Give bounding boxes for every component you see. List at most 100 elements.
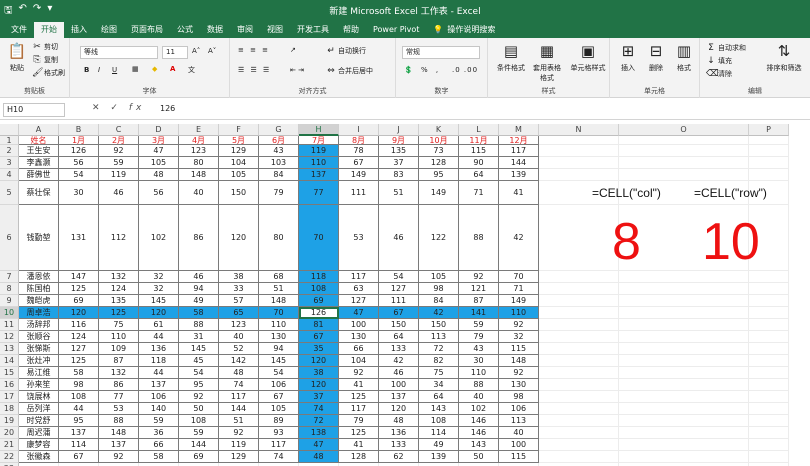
empty-cell[interactable] <box>619 403 749 415</box>
table-cell[interactable]: 48 <box>139 169 179 181</box>
format-as-table-button[interactable]: ▦ 套用表格格式 <box>530 42 564 83</box>
table-cell[interactable]: 47 <box>299 439 339 451</box>
table-cell[interactable]: 130 <box>259 331 299 343</box>
table-cell[interactable]: 59 <box>99 157 139 169</box>
table-cell[interactable]: 58 <box>179 307 219 319</box>
table-cell[interactable]: 71 <box>459 181 499 205</box>
row-header-15[interactable]: 15 <box>0 367 19 379</box>
table-cell[interactable]: 86 <box>99 379 139 391</box>
name-cell[interactable]: 蔡壮保 <box>19 181 59 205</box>
table-cell[interactable]: 64 <box>419 391 459 403</box>
table-cell[interactable]: 94 <box>259 343 299 355</box>
font-name-select[interactable]: 等线 <box>80 46 158 59</box>
table-cell[interactable]: 48 <box>379 415 419 427</box>
paste-button[interactable]: 📋 粘贴 <box>6 42 28 73</box>
table-cell[interactable]: 148 <box>259 295 299 307</box>
table-cell[interactable]: 80 <box>259 205 299 271</box>
table-cell[interactable]: 87 <box>459 295 499 307</box>
table-cell[interactable]: 58 <box>139 451 179 463</box>
empty-cell[interactable] <box>749 283 789 295</box>
empty-cell[interactable] <box>539 439 619 451</box>
table-cell[interactable]: 115 <box>499 343 539 355</box>
table-cell[interactable]: 145 <box>179 343 219 355</box>
name-cell[interactable]: 易江维 <box>19 367 59 379</box>
table-cell[interactable]: 145 <box>139 295 179 307</box>
table-cell[interactable]: 100 <box>339 319 379 331</box>
table-cell[interactable]: 135 <box>379 145 419 157</box>
table-cell[interactable]: 150 <box>419 319 459 331</box>
table-cell[interactable]: 118 <box>139 355 179 367</box>
fill-color-icon[interactable]: ◆ <box>152 65 157 73</box>
top-align-icons[interactable]: ≡ ≡ ≡ <box>238 46 270 54</box>
name-cell[interactable]: 张悌斯 <box>19 343 59 355</box>
table-cell[interactable]: 79 <box>459 331 499 343</box>
table-cell[interactable]: 100 <box>379 379 419 391</box>
table-cell[interactable]: 59 <box>179 427 219 439</box>
table-cell[interactable]: 68 <box>259 271 299 283</box>
table-cell[interactable]: 54 <box>179 367 219 379</box>
table-cell[interactable]: 110 <box>259 319 299 331</box>
table-cell[interactable]: 137 <box>379 391 419 403</box>
table-cell[interactable]: 146 <box>459 415 499 427</box>
table-cell[interactable]: 93 <box>259 427 299 439</box>
table-cell[interactable]: 58 <box>59 367 99 379</box>
empty-cell[interactable] <box>619 283 749 295</box>
table-cell[interactable]: 140 <box>139 403 179 415</box>
table-cell[interactable]: 110 <box>459 367 499 379</box>
table-cell[interactable]: 36 <box>139 427 179 439</box>
table-cell[interactable]: 115 <box>459 145 499 157</box>
table-cell[interactable]: 40 <box>499 427 539 439</box>
table-cell[interactable]: 117 <box>499 145 539 157</box>
table-cell[interactable]: 113 <box>499 415 539 427</box>
table-cell[interactable]: 37 <box>299 391 339 403</box>
table-cell[interactable]: 95 <box>179 379 219 391</box>
table-cell[interactable]: 92 <box>179 391 219 403</box>
table-cell[interactable]: 125 <box>59 283 99 295</box>
empty-cell[interactable] <box>619 271 749 283</box>
number-format-icons[interactable]: 💲 % , <box>404 66 441 74</box>
table-cell[interactable]: 102 <box>139 205 179 271</box>
table-cell[interactable]: 133 <box>379 439 419 451</box>
column-header-O[interactable]: O <box>619 124 749 136</box>
format-painter-button[interactable]: 🖌 格式刷 <box>32 68 65 78</box>
table-cell[interactable]: 98 <box>59 379 99 391</box>
table-cell[interactable]: 108 <box>419 415 459 427</box>
table-cell[interactable]: 98 <box>419 283 459 295</box>
table-cell[interactable]: 129 <box>219 451 259 463</box>
table-cell[interactable]: 105 <box>219 169 259 181</box>
table-cell[interactable]: 132 <box>99 367 139 379</box>
empty-cell[interactable] <box>539 331 619 343</box>
table-cell[interactable]: 115 <box>499 451 539 463</box>
tab-10[interactable]: 帮助 <box>336 22 366 38</box>
table-cell[interactable]: 127 <box>379 283 419 295</box>
empty-cell[interactable] <box>539 271 619 283</box>
table-cell[interactable]: 35 <box>299 343 339 355</box>
empty-cell[interactable] <box>619 439 749 451</box>
empty-cell[interactable] <box>619 367 749 379</box>
header-cell[interactable]: 8月 <box>339 136 379 145</box>
table-cell[interactable]: 105 <box>419 271 459 283</box>
table-cell[interactable]: 95 <box>59 415 99 427</box>
table-cell[interactable]: 34 <box>419 379 459 391</box>
tab-4[interactable]: 页面布局 <box>124 22 170 38</box>
table-cell[interactable]: 130 <box>499 379 539 391</box>
header-cell[interactable]: 6月 <box>259 136 299 145</box>
empty-cell[interactable] <box>749 415 789 427</box>
empty-cell[interactable] <box>749 295 789 307</box>
row-header-10[interactable]: 10 <box>0 307 19 319</box>
table-cell[interactable]: 64 <box>459 169 499 181</box>
row-header-18[interactable]: 18 <box>0 403 19 415</box>
row-header-7[interactable]: 7 <box>0 271 19 283</box>
row-header-22[interactable]: 22 <box>0 451 19 463</box>
row-header-21[interactable]: 21 <box>0 439 19 451</box>
table-cell[interactable]: 108 <box>299 283 339 295</box>
empty-cell[interactable] <box>539 367 619 379</box>
table-cell[interactable]: 65 <box>219 307 259 319</box>
name-cell[interactable]: 周卓浩 <box>19 307 59 319</box>
table-cell[interactable]: 62 <box>379 451 419 463</box>
name-cell[interactable]: 张顺谷 <box>19 331 59 343</box>
empty-cell[interactable] <box>749 136 789 145</box>
table-cell[interactable]: 137 <box>99 439 139 451</box>
cut-button[interactable]: ✂ 剪切 <box>32 42 58 52</box>
tab-11[interactable]: Power Pivot <box>366 22 426 38</box>
